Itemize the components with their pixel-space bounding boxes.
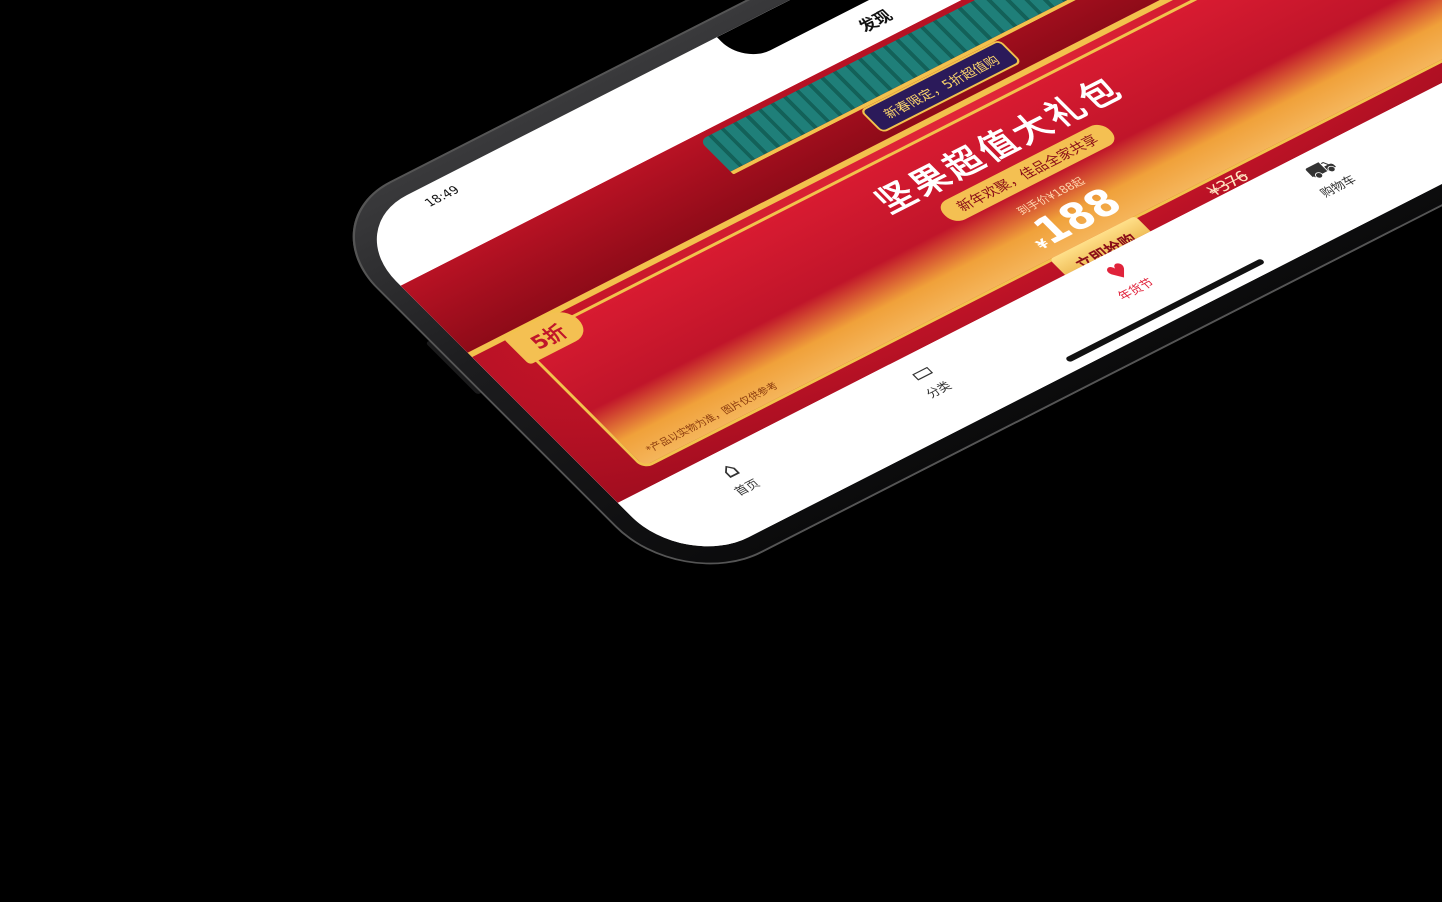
tab-cart[interactable]: ⛟ 购物车 <box>1296 152 1360 200</box>
status-time: 18:49 <box>421 183 463 210</box>
tab-home[interactable]: ⌂ 首页 <box>710 456 763 499</box>
page-title: 发现 <box>854 6 897 36</box>
device-mockup: 18:49 4G 发现 ••• ◉ 新春限定，5折超值购 5折 坚果超值大礼包 … <box>0 0 1442 902</box>
phone: 18:49 4G 发现 ••• ◉ 新春限定，5折超值购 5折 坚果超值大礼包 … <box>310 0 1442 594</box>
tab-category[interactable]: ▭ 分类 <box>902 358 955 401</box>
tab-festival[interactable]: ♥ 年货节 <box>1094 255 1158 303</box>
